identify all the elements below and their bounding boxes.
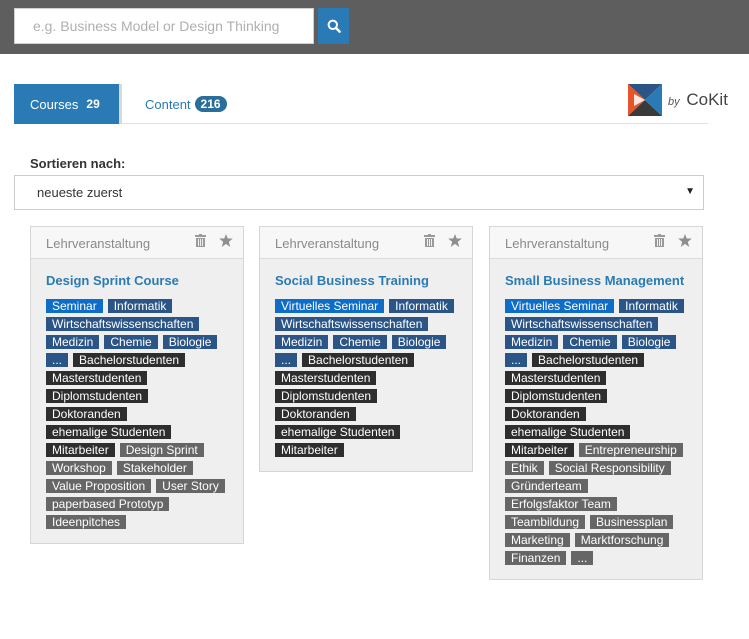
tag[interactable]: Doktoranden [275, 407, 356, 421]
tag[interactable]: Wirtschaftswissenschaften [505, 317, 659, 331]
tag[interactable]: Biologie [162, 335, 218, 349]
tag[interactable]: Value Proposition [46, 479, 152, 493]
tag-list: Seminar Informatik Wirtschaftswissenschaft… [46, 299, 233, 533]
card-header: Lehrveranstaltung [490, 227, 702, 259]
tab-content-label: Content [145, 96, 191, 112]
tag[interactable]: Marketing [505, 533, 570, 547]
tag[interactable]: Bachelorstudenten [532, 353, 645, 367]
tag[interactable]: Design Sprint [119, 443, 204, 457]
tag[interactable]: Masterstudenten [275, 371, 377, 385]
tag[interactable]: Biologie [391, 335, 447, 349]
tab-courses-count: 29 [86, 97, 100, 111]
tag[interactable]: ehemalige Studenten [505, 425, 631, 439]
tag[interactable]: Teambildung [505, 515, 586, 529]
tag[interactable]: Diplomstudenten [275, 389, 378, 403]
tag[interactable]: Medizin [275, 335, 329, 349]
course-card[interactable]: Lehrveranstaltung Social Business Traini… [259, 226, 473, 472]
tag[interactable]: Doktoranden [46, 407, 127, 421]
tag[interactable]: Masterstudenten [505, 371, 607, 385]
tag[interactable]: Masterstudenten [46, 371, 148, 385]
tag[interactable]: Informatik [107, 299, 173, 313]
tag[interactable]: Marktforschung [574, 533, 670, 547]
brand-by: by [668, 96, 680, 108]
tab-content-count: 216 [194, 96, 227, 112]
tag[interactable]: Gründerteam [505, 479, 588, 493]
tag[interactable]: ... [46, 353, 69, 367]
tag[interactable]: ... [275, 353, 298, 367]
tag[interactable]: Doktoranden [505, 407, 586, 421]
tag[interactable]: Chemie [104, 335, 158, 349]
tag[interactable]: Bachelorstudenten [302, 353, 415, 367]
card-title[interactable]: Small Business Management [505, 273, 687, 288]
tag[interactable]: Medizin [46, 335, 100, 349]
trash-icon[interactable] [195, 234, 206, 247]
card-type: Lehrveranstaltung [275, 236, 380, 251]
tag[interactable]: Virtuelles Seminar [275, 299, 385, 313]
tag[interactable]: Seminar [46, 299, 103, 313]
tag[interactable]: User Story [156, 479, 225, 493]
tag[interactable]: ehemalige Studenten [275, 425, 401, 439]
tag[interactable]: Ethik [505, 461, 544, 475]
tag[interactable]: Informatik [619, 299, 684, 313]
sort-label: Sortieren nach: [30, 156, 126, 171]
tag[interactable]: Erfolgsfaktor Team [505, 497, 617, 511]
tag[interactable]: Wirtschaftswissenschaften [275, 317, 429, 331]
tag[interactable]: Mitarbeiter [505, 443, 574, 457]
tag[interactable]: Informatik [389, 299, 454, 313]
card-type: Lehrveranstaltung [505, 236, 610, 251]
search-button[interactable] [318, 8, 349, 44]
tag[interactable]: Mitarbeiter [46, 443, 115, 457]
sort-select-value: neueste zuerst [37, 185, 123, 200]
tag[interactable]: Medizin [505, 335, 559, 349]
tag[interactable]: paperbased Prototyp [46, 497, 170, 511]
tag[interactable]: ... [505, 353, 528, 367]
tag[interactable]: Stakeholder [116, 461, 193, 475]
tag[interactable]: Bachelorstudenten [73, 353, 186, 367]
tab-courses-label: Courses [30, 96, 79, 112]
tag[interactable]: Virtuelles Seminar [505, 299, 615, 313]
card-type: Lehrveranstaltung [46, 236, 151, 251]
brand-name: CoKit [686, 90, 728, 109]
tag[interactable]: Diplomstudenten [46, 389, 149, 403]
tag[interactable]: Businessplan [590, 515, 674, 529]
tag-list: Virtuelles Seminar Informatik Wirtschaftsw… [505, 299, 692, 569]
tag-list: Virtuelles Seminar Informatik Wirtschaftsw… [275, 299, 462, 461]
search-icon [327, 19, 341, 33]
tab-content[interactable]: Content 216 [145, 84, 227, 124]
trash-icon[interactable] [654, 234, 665, 247]
course-card[interactable]: Lehrveranstaltung Small Business Managem… [489, 226, 703, 580]
tag[interactable]: ehemalige Studenten [46, 425, 172, 439]
star-icon[interactable] [448, 234, 462, 247]
card-header: Lehrveranstaltung [260, 227, 472, 259]
sort-select[interactable]: neueste zuerst ▼ [14, 175, 704, 210]
tag[interactable]: Finanzen [505, 551, 567, 565]
tag[interactable]: Social Responsibility [548, 461, 671, 475]
tag[interactable]: Wirtschaftswissenschaften [46, 317, 200, 331]
card-header: Lehrveranstaltung [31, 227, 243, 259]
tag[interactable]: Mitarbeiter [275, 443, 344, 457]
cokit-logo[interactable]: by CoKit [628, 84, 728, 116]
star-icon[interactable] [678, 234, 692, 247]
dropdown-arrow-icon: ▼ [685, 186, 695, 197]
card-title[interactable]: Design Sprint Course [46, 273, 228, 288]
tab-courses[interactable]: Courses 29 [14, 84, 122, 124]
tag[interactable]: Diplomstudenten [505, 389, 608, 403]
tag[interactable]: Biologie [621, 335, 677, 349]
tag[interactable]: Chemie [563, 335, 617, 349]
tag[interactable]: Entrepreneurship [578, 443, 683, 457]
card-title[interactable]: Social Business Training [275, 273, 457, 288]
top-bar [0, 0, 749, 54]
tag[interactable]: ... [571, 551, 594, 565]
star-icon[interactable] [219, 234, 233, 247]
brand-text: by CoKit [668, 90, 728, 110]
trash-icon[interactable] [424, 234, 435, 247]
tag[interactable]: Chemie [333, 335, 387, 349]
course-card[interactable]: Lehrveranstaltung Design Sprint Course S… [30, 226, 244, 544]
tag[interactable]: Ideenpitches [46, 515, 127, 529]
cokit-logo-icon [628, 84, 662, 116]
search-input[interactable] [14, 8, 314, 44]
tag[interactable]: Workshop [46, 461, 112, 475]
tab-bar: Courses 29 Content 216 [14, 84, 708, 124]
